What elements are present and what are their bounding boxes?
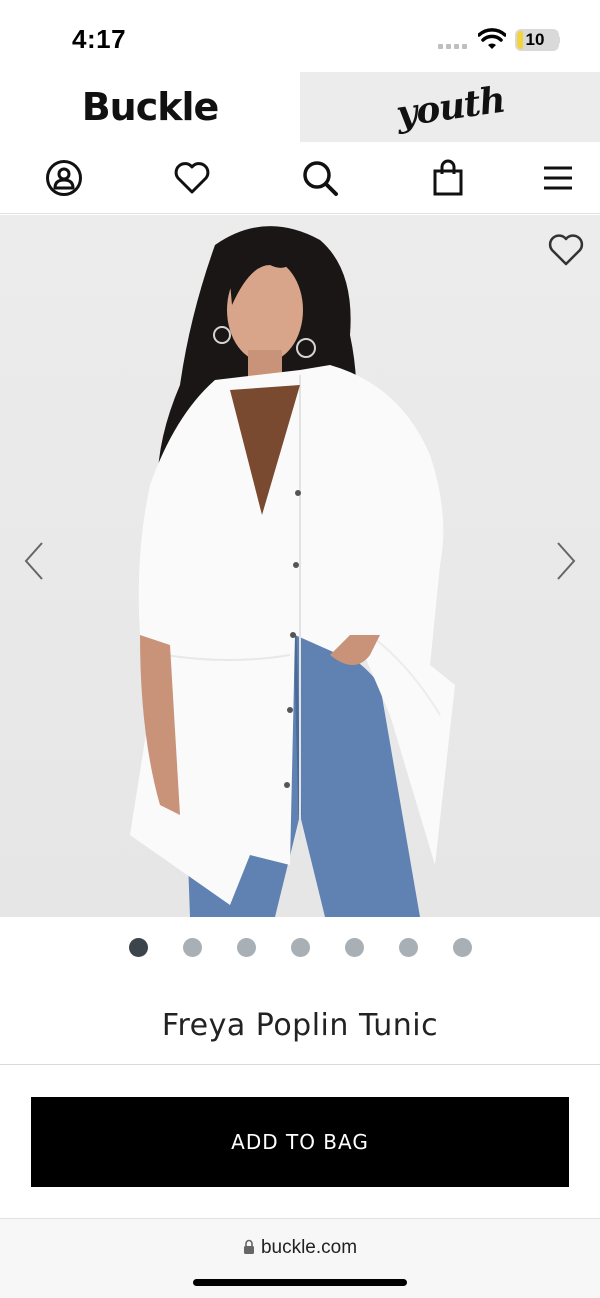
carousel-dot[interactable] [398,938,418,957]
divider [0,1064,600,1065]
lock-icon [243,1239,254,1254]
carousel-dot[interactable] [182,938,202,957]
add-to-wishlist-icon[interactable] [548,233,584,267]
url-display[interactable]: buckle.com [0,1237,600,1259]
wishlist-heart-icon[interactable] [172,158,212,198]
status-time: 4:17 [72,24,127,54]
buckle-tab[interactable]: Buckle [0,72,300,142]
icon-nav [0,142,600,214]
battery-level: 10 [525,30,545,49]
brand-bar: Buckle youth [0,72,600,142]
product-title: Freya Poplin Tunic [161,1008,439,1043]
carousel-dots [0,938,600,958]
wifi-icon [478,28,506,49]
add-to-bag-button[interactable]: ADD TO BAG [31,1097,569,1187]
url-text: buckle.com [260,1237,358,1258]
search-icon[interactable] [300,158,340,198]
previous-image-arrow-icon[interactable] [22,541,46,581]
account-icon[interactable] [44,158,84,198]
carousel-dot[interactable] [236,938,256,957]
youth-tab[interactable]: youth [300,72,600,142]
shopping-bag-icon[interactable] [428,158,468,198]
carousel-dot[interactable] [344,938,364,957]
product-image[interactable] [0,215,600,917]
browser-address-bar[interactable]: buckle.com [0,1218,600,1298]
cellular-signal-icon [438,44,467,49]
carousel-dot[interactable] [128,938,148,957]
buckle-logo: Buckle [81,85,220,129]
model-photo [130,226,455,917]
menu-icon[interactable] [538,158,578,198]
youth-logo: youth [393,78,507,136]
battery-icon: 10 [515,29,559,51]
carousel-dot[interactable] [452,938,472,957]
next-image-arrow-icon[interactable] [554,541,578,581]
status-bar: 4:17 10 [0,0,600,72]
home-indicator [193,1279,407,1286]
carousel-dot[interactable] [290,938,310,957]
